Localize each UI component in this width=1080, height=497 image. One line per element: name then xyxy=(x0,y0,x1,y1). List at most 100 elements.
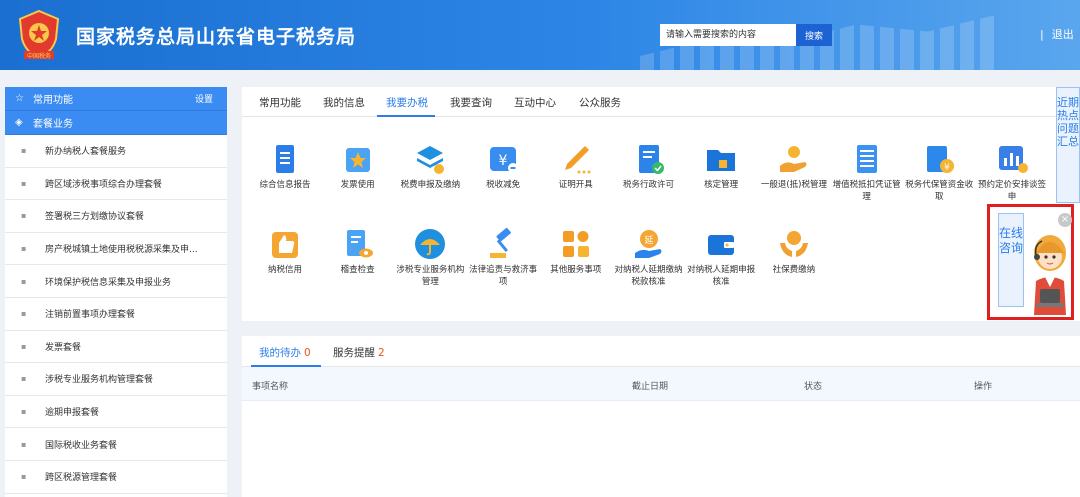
service-tile[interactable]: 对纳税人延期申报核准 xyxy=(686,227,756,288)
service-tile-label: 税务行政许可 xyxy=(622,180,674,190)
bullet-icon: ▪ xyxy=(21,374,27,384)
defer-coin-icon: 延 xyxy=(614,227,684,261)
sidebar-package-item[interactable]: ▪ 签署税三方划缴协议套餐 xyxy=(5,200,227,233)
service-tile-label: 发票使用 xyxy=(340,180,375,190)
tab-tax-handling[interactable]: 我要办税 xyxy=(386,95,428,110)
layers-icon xyxy=(395,142,465,176)
site-title: 国家税务总局山东省电子税务局 xyxy=(76,26,357,48)
service-tile-label: 税务代保管资金收取 xyxy=(905,180,974,202)
sidebar-package-item-label: 新办纳税人套餐服务 xyxy=(45,147,127,158)
sidebar-settings-link[interactable]: 设置 xyxy=(195,92,213,105)
service-tile[interactable]: 综合信息报告 xyxy=(250,142,320,191)
sidebar-package-item[interactable]: ▪ 跨区域涉税事项综合办理套餐 xyxy=(5,168,227,201)
sidebar-package-item-label: 环境保护税信息采集及申报业务 xyxy=(45,277,172,288)
license-check-icon xyxy=(614,142,684,176)
sidebar-package-services[interactable]: ◈ 套餐业务 xyxy=(5,111,227,135)
service-tile[interactable]: 纳税信用 xyxy=(250,227,320,276)
sidebar-package-item-label: 签署税三方划缴协议套餐 xyxy=(45,212,145,223)
sidebar-common-functions[interactable]: ☆ 常用功能 设置 xyxy=(5,87,227,111)
service-tile[interactable]: 证明开具 xyxy=(541,142,611,191)
column-header-status: 状态 xyxy=(804,382,823,392)
service-tile-label: 税收减免 xyxy=(486,180,521,190)
service-tile[interactable]: 社保费缴纳 xyxy=(759,227,829,276)
pending-count-badge: 0 xyxy=(304,347,311,359)
logout-separator: | xyxy=(1040,28,1044,41)
service-tile[interactable]: 税务行政许可 xyxy=(614,142,684,191)
svg-text:¥: ¥ xyxy=(499,153,508,169)
sidebar-list: ▪ 新办纳税人套餐服务 ▪ 跨区域涉税事项综合办理套餐 ▪ 签署税三方划缴协议套餐 ▪ 房产税… xyxy=(5,135,227,494)
service-tile-label: 综合信息报告 xyxy=(259,180,311,190)
todo-panel: 我的待办 0 服务提醒 2 事项名称 截止日期 状态 操作 xyxy=(242,336,1080,497)
service-tile[interactable]: 法律追责与救济事项 xyxy=(468,227,538,288)
header-bar: 中国税务 国家税务总局山东省电子税务局 搜索 | 退出 xyxy=(0,0,1080,70)
svg-text:¥: ¥ xyxy=(944,163,950,173)
service-tile[interactable]: 一般退(抵)税管理 xyxy=(759,142,829,191)
service-tile[interactable]: ¥ 税务代保管资金收取 xyxy=(904,142,974,203)
sidebar-package-item[interactable]: ▪ 发票套餐 xyxy=(5,331,227,364)
service-tile-label: 证明开具 xyxy=(558,180,593,190)
online-consult-label[interactable]: 在线咨询 xyxy=(998,213,1024,307)
service-tile[interactable]: 涉税专业服务机构管理 xyxy=(395,227,465,288)
hot-topics-tab[interactable]: 近期热点问题汇总 xyxy=(1056,87,1080,203)
sidebar-package-item[interactable]: ▪ 跨区税源管理套餐 xyxy=(5,461,227,494)
bullet-icon: ▪ xyxy=(21,407,27,417)
service-tile-label: 法律追责与救济事项 xyxy=(469,265,538,287)
bullet-icon: ▪ xyxy=(21,341,27,351)
service-tile-label: 预约定价安排谈签申 xyxy=(977,180,1046,202)
sidebar-package-item[interactable]: ▪ 环境保护税信息采集及申报业务 xyxy=(5,265,227,298)
sidebar-package-item[interactable]: ▪ 新办纳税人套餐服务 xyxy=(5,135,227,168)
star-icon: ☆ xyxy=(15,93,24,104)
service-tile[interactable]: 预约定价安排谈签申 xyxy=(977,142,1047,203)
document-icon xyxy=(250,142,320,176)
search-input[interactable] xyxy=(660,24,796,46)
tab-my-pending[interactable]: 我的待办 0 xyxy=(259,345,311,360)
service-tile-label: 核定管理 xyxy=(704,180,739,190)
service-tile[interactable]: 发票使用 xyxy=(323,142,393,191)
grid-icon xyxy=(541,227,611,261)
gavel-icon xyxy=(468,227,538,261)
tab-interaction-center[interactable]: 互动中心 xyxy=(514,95,556,110)
column-header-item-name: 事项名称 xyxy=(252,382,289,392)
sidebar-package-item-label: 逾期申报套餐 xyxy=(45,408,100,419)
todo-table-header: 事项名称 截止日期 状态 操作 xyxy=(242,367,1080,401)
service-tile[interactable]: 税费申报及缴纳 xyxy=(395,142,465,191)
chart-icon xyxy=(977,142,1047,176)
umbrella-icon xyxy=(395,227,465,261)
service-tile[interactable]: 其他服务事项 xyxy=(541,227,611,276)
sidebar-package-item[interactable]: ▪ 涉税专业服务机构管理套餐 xyxy=(5,363,227,396)
service-tile-label: 社保费缴纳 xyxy=(772,265,816,275)
service-tile[interactable]: 核定管理 xyxy=(686,142,756,191)
tab-common-functions[interactable]: 常用功能 xyxy=(259,95,301,110)
sidebar-package-item[interactable]: ▪ 逾期申报套餐 xyxy=(5,396,227,429)
bullet-icon: ▪ xyxy=(21,276,27,286)
search-button[interactable]: 搜索 xyxy=(796,24,832,46)
bullet-icon: ▪ xyxy=(21,309,27,319)
sidebar-package-item[interactable]: ▪ 注销前置事项办理套餐 xyxy=(5,298,227,331)
ledger-icon xyxy=(832,142,902,176)
thumbs-up-icon xyxy=(250,227,320,261)
logout-link[interactable]: 退出 xyxy=(1052,28,1074,41)
sidebar-package-item[interactable]: ▪ 房产税城镇土地使用税税源采集及申... xyxy=(5,233,227,266)
service-tile[interactable]: 延对纳税人延期缴纳税款核准 xyxy=(614,227,684,288)
inspect-eye-icon xyxy=(323,227,393,261)
service-tile[interactable]: 稽查检查 xyxy=(323,227,393,276)
column-header-actions: 操作 xyxy=(974,382,993,392)
sidebar-package-item-label: 房产税城镇土地使用税税源采集及申... xyxy=(45,245,198,256)
sidebar-package-item[interactable]: ▪ 国际税收业务套餐 xyxy=(5,428,227,461)
service-tile-label: 纳税信用 xyxy=(267,265,302,275)
svg-text:中国税务: 中国税务 xyxy=(27,52,51,60)
service-tile[interactable]: 增值税抵扣凭证管理 xyxy=(832,142,902,203)
tab-my-info[interactable]: 我的信息 xyxy=(323,95,365,110)
tab-tax-query[interactable]: 我要查询 xyxy=(450,95,492,110)
tab-service-reminder[interactable]: 服务提醒 2 xyxy=(333,345,385,360)
bullet-icon: ▪ xyxy=(21,472,27,482)
service-tile-label: 对纳税人延期缴纳税款核准 xyxy=(614,265,683,287)
function-panel: 常用功能 我的信息 我要办税 我要查询 互动中心 公众服务 综合信息报告 发票使用… xyxy=(242,87,1080,321)
folder-stamp-icon xyxy=(686,142,756,176)
service-tile-label: 稽查检查 xyxy=(340,265,375,275)
service-tile-label: 其他服务事项 xyxy=(550,265,602,275)
tab-public-services[interactable]: 公众服务 xyxy=(579,95,621,110)
bullet-icon: ▪ xyxy=(21,146,27,156)
online-consult-widget[interactable]: 在线咨询 × xyxy=(987,204,1074,320)
service-tile[interactable]: ¥ 税收减免 xyxy=(468,142,538,191)
